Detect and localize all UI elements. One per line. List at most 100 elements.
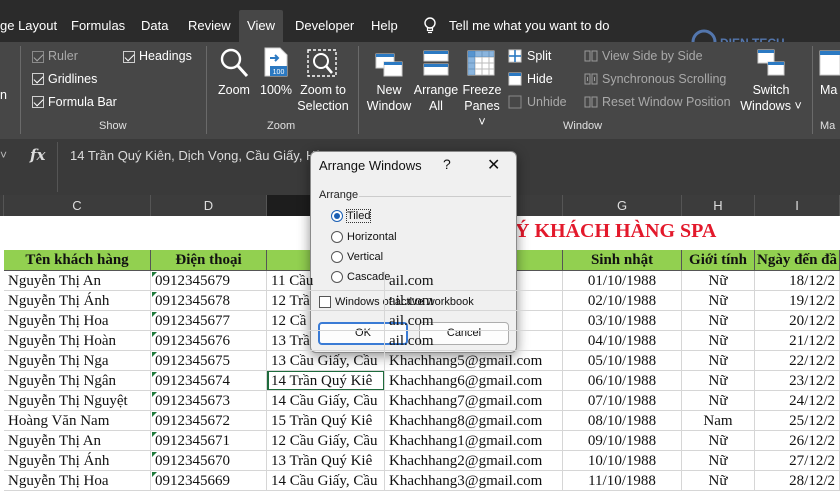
cell-birthday[interactable]: 09/10/1988 xyxy=(563,431,682,451)
synchronous-scrolling-button[interactable]: Synchronous Scrolling xyxy=(602,72,726,86)
cell-gender[interactable]: Nữ xyxy=(682,331,755,351)
cell-birthday[interactable]: 11/10/1988 xyxy=(563,471,682,491)
cell-gender[interactable]: Nữ xyxy=(682,431,755,451)
cell-email[interactable]: ail.com xyxy=(385,271,563,291)
switch-windows-button[interactable]: Switch Windows ˅ xyxy=(736,82,806,114)
column-header-g[interactable]: G xyxy=(563,195,682,216)
cell-first-visit[interactable]: 23/12/2 xyxy=(755,371,840,391)
cell-first-visit[interactable]: 22/12/2 xyxy=(755,351,840,371)
headings-checkbox[interactable] xyxy=(123,51,135,63)
new-window-button[interactable]: New Window xyxy=(362,82,416,114)
cell-name[interactable]: Nguyễn Thị Hoa xyxy=(4,311,151,331)
cell-phone[interactable]: 0912345669 xyxy=(151,471,267,491)
cell-phone[interactable]: 0912345678 xyxy=(151,291,267,311)
header-birthday[interactable]: Sinh nhật xyxy=(563,250,682,271)
cell-birthday[interactable]: 04/10/1988 xyxy=(563,331,682,351)
cell-phone[interactable]: 0912345670 xyxy=(151,451,267,471)
zoom-100-button[interactable]: 100% xyxy=(256,82,296,98)
formula-bar-checkbox[interactable] xyxy=(32,96,44,108)
cell-name[interactable]: Nguyễn Thị Ánh xyxy=(4,291,151,311)
cell-address[interactable]: 14 Trần Quý Kiê xyxy=(267,371,385,391)
column-header-d[interactable]: D xyxy=(151,195,267,216)
cell-name[interactable]: Nguyễn Thị Ngân xyxy=(4,371,151,391)
cell-phone[interactable]: 0912345675 xyxy=(151,351,267,371)
tab-formulas[interactable]: Formulas xyxy=(71,10,131,42)
formula-input[interactable]: 14 Trần Quý Kiên, Dịch Vọng, Cầu Giấy, H… xyxy=(70,148,330,163)
cell-gender[interactable]: Nam xyxy=(682,411,755,431)
gridlines-checkbox[interactable] xyxy=(32,73,44,85)
cell-phone[interactable]: 0912345677 xyxy=(151,311,267,331)
radio-horizontal[interactable] xyxy=(331,231,343,243)
cell-email[interactable]: ail.com xyxy=(385,291,563,311)
cell-phone[interactable]: 0912345674 xyxy=(151,371,267,391)
close-button[interactable]: ✕ xyxy=(487,155,500,175)
radio-tiled-label[interactable]: Tiled xyxy=(345,209,372,223)
cell-address[interactable]: 13 Trần Quý Kiê xyxy=(267,451,385,471)
column-header-h[interactable]: H xyxy=(682,195,755,216)
cell-birthday[interactable]: 10/10/1988 xyxy=(563,451,682,471)
cell-first-visit[interactable]: 26/12/2 xyxy=(755,431,840,451)
cell-phone[interactable]: 0912345671 xyxy=(151,431,267,451)
tab-developer[interactable]: Developer xyxy=(295,10,355,42)
column-header-c[interactable]: C xyxy=(4,195,151,216)
cell-phone[interactable]: 0912345676 xyxy=(151,331,267,351)
cell-gender[interactable]: Nữ xyxy=(682,371,755,391)
radio-tiled[interactable] xyxy=(331,210,343,222)
cell-address[interactable]: 12 Cầu Giấy, Cầu xyxy=(267,431,385,451)
header-phone[interactable]: Điện thoại xyxy=(151,250,267,271)
freeze-panes-button[interactable]: Freeze Panes ˅ xyxy=(460,82,504,130)
cell-address[interactable]: 13 Cầu Giấy, Cầu xyxy=(267,351,385,371)
cell-phone[interactable]: 0912345679 xyxy=(151,271,267,291)
cell-email[interactable]: Khachhang2@gmail.com xyxy=(385,451,563,471)
cell-birthday[interactable]: 03/10/1988 xyxy=(563,311,682,331)
insert-function-button[interactable]: fx xyxy=(30,146,45,164)
macros-button[interactable]: Ma xyxy=(820,82,840,98)
cell-name[interactable]: Nguyễn Thị Hoa xyxy=(4,471,151,491)
header-first-visit[interactable]: Ngày đến đầ xyxy=(755,250,840,271)
cell-first-visit[interactable]: 19/12/2 xyxy=(755,291,840,311)
cell-gender[interactable]: Nữ xyxy=(682,391,755,411)
cell-email[interactable]: Khachhang8@gmail.com xyxy=(385,411,563,431)
cell-birthday[interactable]: 06/10/1988 xyxy=(563,371,682,391)
zoom-button[interactable]: Zoom xyxy=(212,82,256,98)
cell-address[interactable]: 14 Cầu Giấy, Cầu xyxy=(267,471,385,491)
cell-address[interactable]: 15 Trần Quý Kiê xyxy=(267,411,385,431)
tab-review[interactable]: Review xyxy=(188,10,231,42)
ruler-checkbox[interactable] xyxy=(32,51,44,63)
cell-email[interactable]: Khachhang6@gmail.com xyxy=(385,371,563,391)
cell-gender[interactable]: Nữ xyxy=(682,451,755,471)
cell-name[interactable]: Nguyễn Thị Ánh xyxy=(4,451,151,471)
cell-first-visit[interactable]: 20/12/2 xyxy=(755,311,840,331)
cell-birthday[interactable]: 07/10/1988 xyxy=(563,391,682,411)
tab-page-layout[interactable]: ge Layout xyxy=(0,10,57,42)
cell-birthday[interactable]: 08/10/1988 xyxy=(563,411,682,431)
name-box-dropdown-icon[interactable]: ˅ xyxy=(0,148,7,162)
cell-name[interactable]: Nguyễn Thị An xyxy=(4,271,151,291)
help-button[interactable]: ? xyxy=(443,156,451,172)
cell-first-visit[interactable]: 27/12/2 xyxy=(755,451,840,471)
zoom-to-selection-button[interactable]: Zoom to Selection xyxy=(296,82,350,114)
cell-email[interactable]: ail.com xyxy=(385,311,563,331)
unhide-button[interactable]: Unhide xyxy=(527,95,567,109)
cell-first-visit[interactable]: 21/12/2 xyxy=(755,331,840,351)
cell-email[interactable]: Khachhang7@gmail.com xyxy=(385,391,563,411)
view-side-by-side-button[interactable]: View Side by Side xyxy=(602,49,703,63)
arrange-all-button[interactable]: Arrange All xyxy=(412,82,460,114)
cell-email[interactable]: Khachhang1@gmail.com xyxy=(385,431,563,451)
cell-name[interactable]: Nguyễn Thị Nguyệt xyxy=(4,391,151,411)
cell-address[interactable]: 14 Cầu Giấy, Cầu xyxy=(267,391,385,411)
cell-first-visit[interactable]: 18/12/2 xyxy=(755,271,840,291)
cell-address[interactable]: 12 Cầ xyxy=(267,311,385,331)
cell-email[interactable]: ail.com xyxy=(385,331,563,351)
cell-phone[interactable]: 0912345672 xyxy=(151,411,267,431)
cell-birthday[interactable]: 01/10/1988 xyxy=(563,271,682,291)
radio-vertical[interactable] xyxy=(331,251,343,263)
column-header-i[interactable]: I xyxy=(755,195,840,216)
tab-help[interactable]: Help xyxy=(371,10,401,42)
cell-gender[interactable]: Nữ xyxy=(682,471,755,491)
cell-gender[interactable]: Nữ xyxy=(682,291,755,311)
cell-name[interactable]: Nguyễn Thị Hoàn xyxy=(4,331,151,351)
cell-email[interactable]: Khachhang5@gmail.com xyxy=(385,351,563,371)
cell-name[interactable]: Hoàng Văn Nam xyxy=(4,411,151,431)
radio-vertical-label[interactable]: Vertical xyxy=(347,251,383,263)
